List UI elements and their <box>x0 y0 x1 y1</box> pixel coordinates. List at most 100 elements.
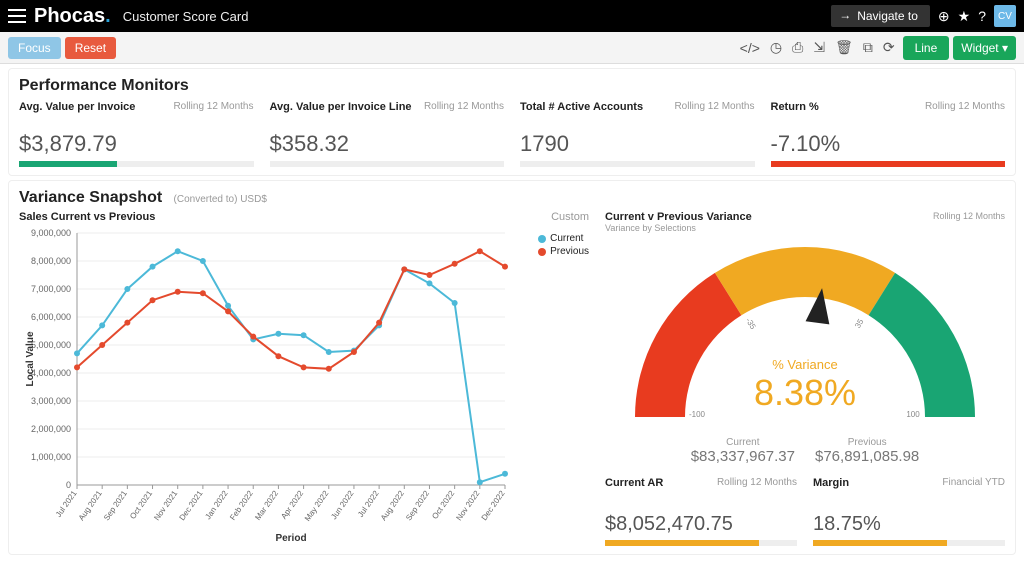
metrics-row: Avg. Value per InvoiceRolling 12 Months … <box>19 101 1005 167</box>
svg-text:-35: -35 <box>744 316 758 331</box>
performance-title: Performance Monitors <box>19 77 1005 95</box>
svg-text:3,000,000: 3,000,000 <box>31 396 71 406</box>
plus-icon[interactable]: ⊕ <box>938 8 950 25</box>
metric-value: 1790 <box>520 131 755 157</box>
legend-item: Current <box>538 233 589 244</box>
svg-text:Nov 2021: Nov 2021 <box>152 489 179 523</box>
svg-text:1,000,000: 1,000,000 <box>31 452 71 462</box>
margin-metric: Margin Financial YTD 18.75% <box>813 477 1005 546</box>
gauge-previous-value: $76,891,085.98 <box>815 448 919 465</box>
reset-button[interactable]: Reset <box>65 37 116 59</box>
ar-period: Rolling 12 Months <box>717 477 797 489</box>
widget-button[interactable]: Widget ▾ <box>953 36 1016 60</box>
trash-icon[interactable]: 🗑 <box>835 39 853 56</box>
line-chart: 0 1,000,000 2,000,000 3,000,000 4,000,000 5,0… <box>19 225 589 545</box>
chart-title: Sales Current vs Previous <box>19 211 155 223</box>
metric: Avg. Value per InvoiceRolling 12 Months … <box>19 101 254 167</box>
toolbar: Focus Reset </> ◷ ⎙ ⇲ 🗑 ⧉ ⟳ Line Widget … <box>0 32 1024 64</box>
metric-period: Rolling 12 Months <box>173 101 253 113</box>
ar-label: Current AR <box>605 477 663 489</box>
svg-text:35: 35 <box>853 317 866 330</box>
svg-text:Jun 2022: Jun 2022 <box>329 489 356 522</box>
svg-text:Jul 2021: Jul 2021 <box>54 489 79 519</box>
svg-text:May 2022: May 2022 <box>303 489 331 523</box>
svg-text:8,000,000: 8,000,000 <box>31 256 71 266</box>
svg-text:7,000,000: 7,000,000 <box>31 284 71 294</box>
gauge-current-value: $83,337,967.37 <box>691 448 795 465</box>
svg-text:Jan 2022: Jan 2022 <box>203 489 230 522</box>
metric-period: Rolling 12 Months <box>925 101 1005 113</box>
metric-period: Rolling 12 Months <box>674 101 754 113</box>
navigate-button[interactable]: Navigate to <box>831 5 930 27</box>
print-icon[interactable]: ⎙ <box>792 39 803 56</box>
line-button[interactable]: Line <box>903 36 950 60</box>
svg-text:Feb 2022: Feb 2022 <box>228 489 255 522</box>
metric-period: Rolling 12 Months <box>424 101 504 113</box>
avatar[interactable]: CV <box>994 5 1016 27</box>
gauge-previous-label: Previous <box>815 437 919 448</box>
legend-item: Previous <box>538 246 589 257</box>
metric-value: $3,879.79 <box>19 131 254 157</box>
ar-value: $8,052,470.75 <box>605 513 797 536</box>
svg-text:Aug 2021: Aug 2021 <box>77 489 104 523</box>
current-ar-metric: Current AR Rolling 12 Months $8,052,470.7… <box>605 477 797 546</box>
code-icon[interactable]: </> <box>740 40 760 56</box>
svg-text:6,000,000: 6,000,000 <box>31 312 71 322</box>
metric-label: Return % <box>771 101 819 113</box>
clock-icon[interactable]: ◷ <box>770 39 782 56</box>
gauge-title: Current v Previous Variance <box>605 211 752 223</box>
svg-text:Dec 2021: Dec 2021 <box>178 489 205 523</box>
export-icon[interactable]: ⇲ <box>813 39 825 56</box>
copy-icon[interactable]: ⧉ <box>863 39 873 56</box>
metric-label: Avg. Value per Invoice Line <box>270 101 412 113</box>
top-bar: Phocas. Customer Score Card Navigate to … <box>0 0 1024 32</box>
star-icon[interactable]: ★ <box>958 8 971 25</box>
svg-text:Oct 2021: Oct 2021 <box>128 489 154 521</box>
svg-text:0: 0 <box>66 480 71 490</box>
gauge-period: Rolling 12 Months <box>933 211 1005 233</box>
svg-text:Aug 2022: Aug 2022 <box>379 489 406 523</box>
metric-value: $358.32 <box>270 131 505 157</box>
gauge-values: Current $83,337,967.37 Previous $76,891,… <box>605 437 1005 465</box>
gauge: -100-3535100 % Variance 8.38% <box>605 237 1005 437</box>
gauge-subtitle: Variance by Selections <box>605 223 752 233</box>
svg-text:Sep 2021: Sep 2021 <box>102 489 129 523</box>
svg-text:5,000,000: 5,000,000 <box>31 340 71 350</box>
right-column: Current v Previous Variance Variance by … <box>605 211 1005 546</box>
metric: Total # Active Accounts Rolling 12 Months… <box>520 101 755 167</box>
svg-text:Mar 2022: Mar 2022 <box>253 489 280 522</box>
svg-text:Oct 2022: Oct 2022 <box>430 489 456 521</box>
gauge-current-label: Current <box>691 437 795 448</box>
metric: Return %Rolling 12 Months -7.10% <box>771 101 1006 167</box>
focus-button[interactable]: Focus <box>8 37 61 59</box>
svg-text:Jul 2022: Jul 2022 <box>356 489 381 519</box>
snapshot-title: Variance Snapshot <box>19 189 162 206</box>
svg-text:Period: Period <box>275 533 306 544</box>
svg-text:9,000,000: 9,000,000 <box>31 228 71 238</box>
top-icons: ⊕ ★ ? CV <box>938 5 1016 27</box>
margin-period: Financial YTD <box>942 477 1005 489</box>
snapshot-subtitle: (Converted to) USD$ <box>174 194 267 205</box>
svg-text:Local Value: Local Value <box>25 331 36 386</box>
margin-label: Margin <box>813 477 849 489</box>
metric: Avg. Value per Invoice Line Rolling 12 Mo… <box>270 101 505 167</box>
svg-text:Dec 2022: Dec 2022 <box>480 489 507 523</box>
gauge-center-value: 8.38% <box>605 372 1005 414</box>
metric-label: Avg. Value per Invoice <box>19 101 135 113</box>
svg-text:Nov 2022: Nov 2022 <box>454 489 481 523</box>
chart-legend: Current Previous <box>538 233 589 259</box>
metric-label: Total # Active Accounts <box>520 101 643 113</box>
help-icon[interactable]: ? <box>978 8 986 24</box>
gauge-center-label: % Variance <box>605 357 1005 372</box>
refresh-icon[interactable]: ⟳ <box>883 39 895 56</box>
chart-column: Sales Current vs Previous Custom 01,000,… <box>19 211 589 546</box>
svg-text:2,000,000: 2,000,000 <box>31 424 71 434</box>
svg-text:Apr 2022: Apr 2022 <box>279 489 305 521</box>
page-title: Customer Score Card <box>123 9 249 24</box>
tool-icons: </> ◷ ⎙ ⇲ 🗑 ⧉ ⟳ <box>740 39 895 56</box>
margin-value: 18.75% <box>813 513 1005 536</box>
logo: Phocas. <box>34 5 111 28</box>
snapshot-panel: Variance Snapshot (Converted to) USD$ Sa… <box>8 180 1016 555</box>
svg-text:4,000,000: 4,000,000 <box>31 368 71 378</box>
menu-icon[interactable] <box>8 9 26 23</box>
